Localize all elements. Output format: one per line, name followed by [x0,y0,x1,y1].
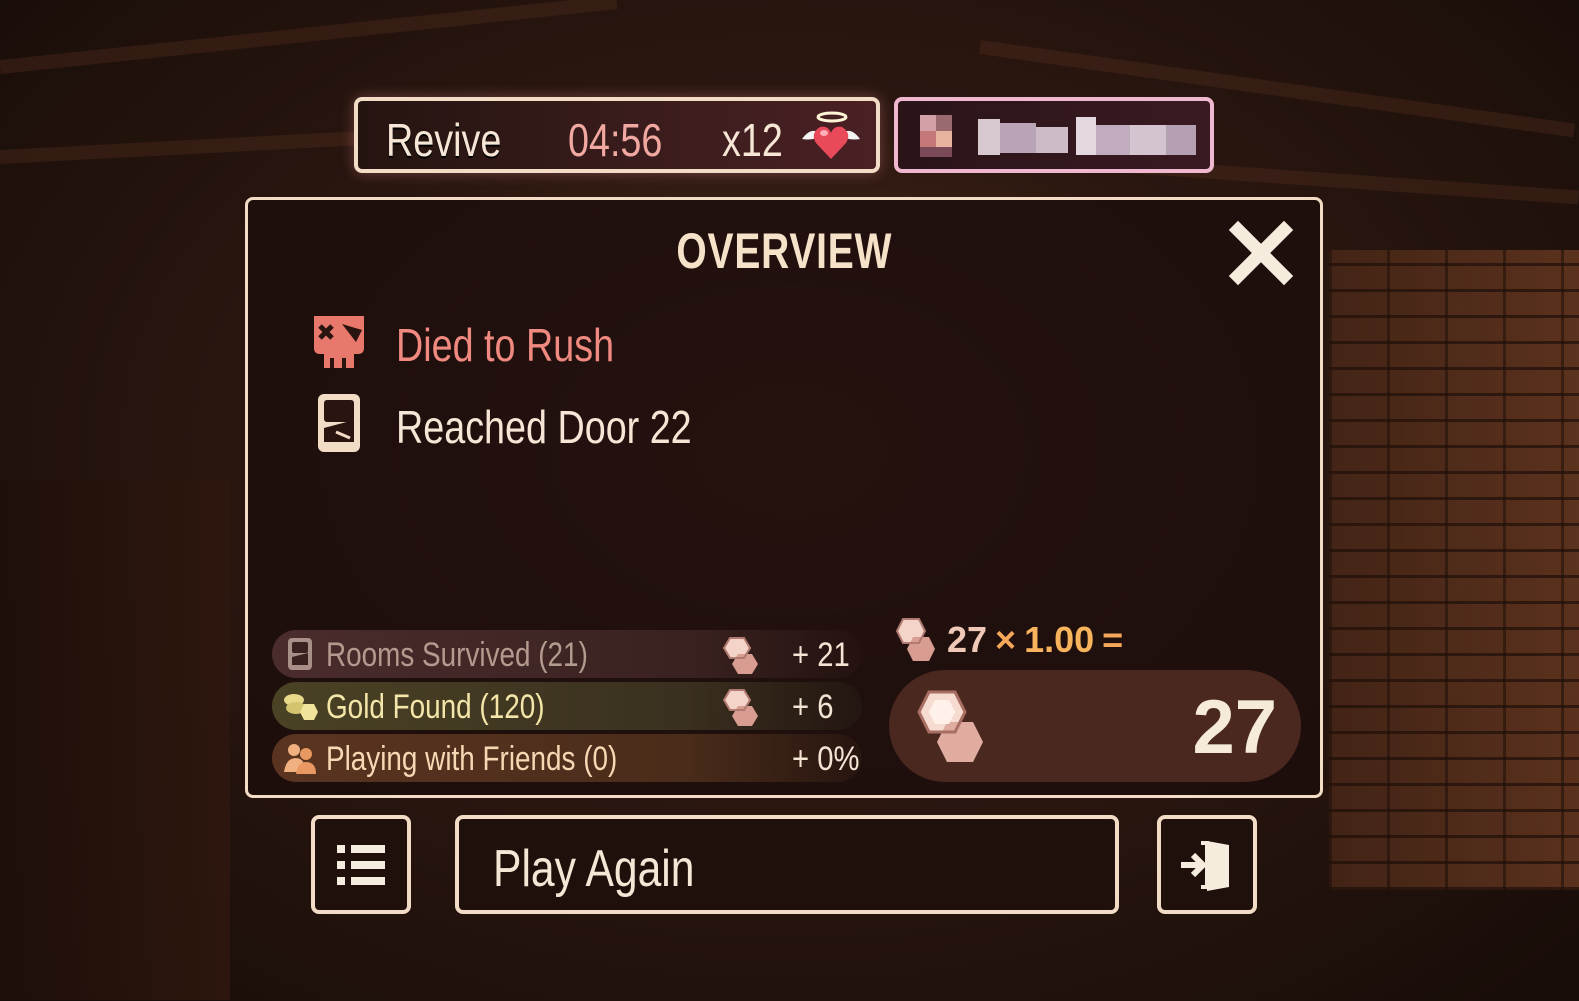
list-icon [337,845,385,885]
total-knobs-value: 27 [1192,685,1277,770]
rooms-survived-row: Rooms Survived (21) + 21 [272,630,862,678]
revive-count: x12 [722,114,783,166]
death-cause-text: Died to Rush [396,319,615,371]
friends-value: + 0% [792,740,860,778]
rooms-survived-value: + 21 [792,636,850,674]
friends-label: Playing with Friends (0) [326,740,618,778]
formula-base: 27 [947,619,988,660]
formula-multiplier: 1.00 [1024,619,1095,660]
revive-timer: 04:56 [568,114,663,166]
friends-icon [284,744,316,774]
winged-heart-icon [802,111,860,159]
knob-icon [917,690,983,762]
player-name-bar [894,97,1214,173]
formula-equals: = [1102,619,1124,660]
revive-bar[interactable]: Revive 04:56 x12 [354,97,880,173]
skull-icon [314,316,364,368]
knob-icon [722,637,758,674]
close-icon[interactable] [1228,220,1294,286]
total-knobs-pill: 27 [889,670,1301,782]
gold-found-label: Gold Found (120) [326,688,545,726]
play-again-button[interactable]: Play Again [455,815,1119,914]
gold-found-value: + 6 [792,688,834,726]
door-icon [318,394,360,452]
knob-icon [895,618,935,661]
door-icon [288,638,312,670]
gold-found-row: Gold Found (120) + 6 [272,682,862,730]
knob-icon [722,689,758,726]
play-again-label: Play Again [493,840,695,898]
panel-title: OVERVIEW [676,223,892,279]
formula-multiply-sign: × [995,619,1017,660]
revive-label: Revive [386,114,502,166]
exit-door-icon [1181,841,1229,891]
exit-button[interactable] [1157,815,1257,914]
door-reached-text: Reached Door 22 [396,401,692,453]
list-button[interactable] [311,815,411,914]
friends-row: Playing with Friends (0) + 0% [272,734,862,782]
gold-coins-icon [284,694,318,720]
rooms-survived-label: Rooms Survived (21) [326,636,588,674]
overview-panel: OVERVIEW Died to Rush Reached Door 22 Ro… [245,197,1323,798]
